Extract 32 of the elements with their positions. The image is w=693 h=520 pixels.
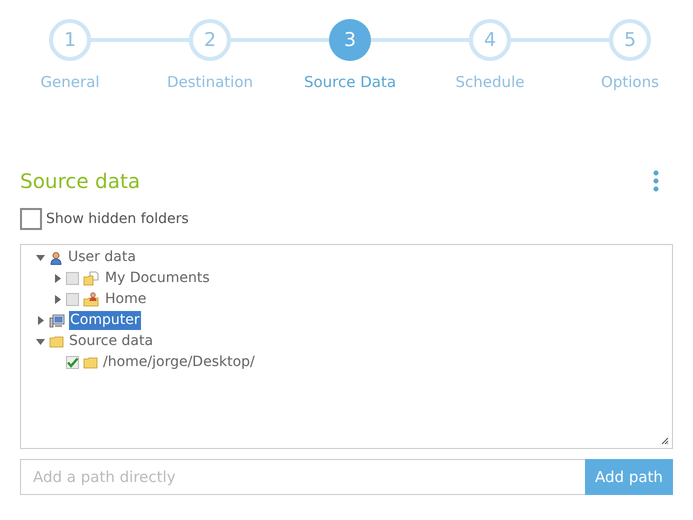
tree-item[interactable]: My Documents (104, 269, 211, 288)
collapse-arrow-icon[interactable] (35, 253, 45, 262)
user-icon (49, 250, 63, 264)
add-path-button[interactable]: Add path (585, 459, 673, 495)
section-title: Source data (20, 168, 140, 195)
checkbox[interactable] (66, 356, 79, 369)
checkbox[interactable] (66, 293, 79, 306)
step-label: Options (601, 72, 659, 93)
expand-arrow-icon[interactable] (35, 316, 45, 325)
expand-arrow-icon[interactable] (52, 295, 62, 304)
step-label: General (40, 72, 100, 93)
tree-item[interactable]: User data (67, 248, 137, 267)
computer-icon (49, 314, 65, 328)
step-label: Schedule (456, 72, 524, 93)
folder-icon (83, 356, 98, 368)
folder-icon (49, 336, 64, 348)
checkbox-label: Show hidden folders (46, 210, 189, 228)
more-options-icon[interactable] (653, 170, 659, 192)
step-label: Source Data (304, 72, 396, 93)
resize-handle-icon[interactable] (661, 437, 669, 445)
checkbox[interactable] (20, 208, 42, 230)
tree-item[interactable]: Computer (69, 311, 141, 330)
tree-item[interactable]: Source data (68, 332, 154, 351)
expand-arrow-icon[interactable] (52, 274, 62, 283)
step-label: Destination (166, 72, 254, 93)
folder-document-icon (83, 271, 100, 286)
collapse-arrow-icon[interactable] (35, 337, 45, 346)
tree-item[interactable]: Home (104, 290, 148, 309)
checkbox[interactable] (66, 272, 79, 285)
folder-person-icon (83, 292, 100, 307)
path-input-field[interactable]: Add a path directly (20, 459, 585, 495)
tree-item[interactable]: /home/jorge/Desktop/ (102, 353, 256, 372)
